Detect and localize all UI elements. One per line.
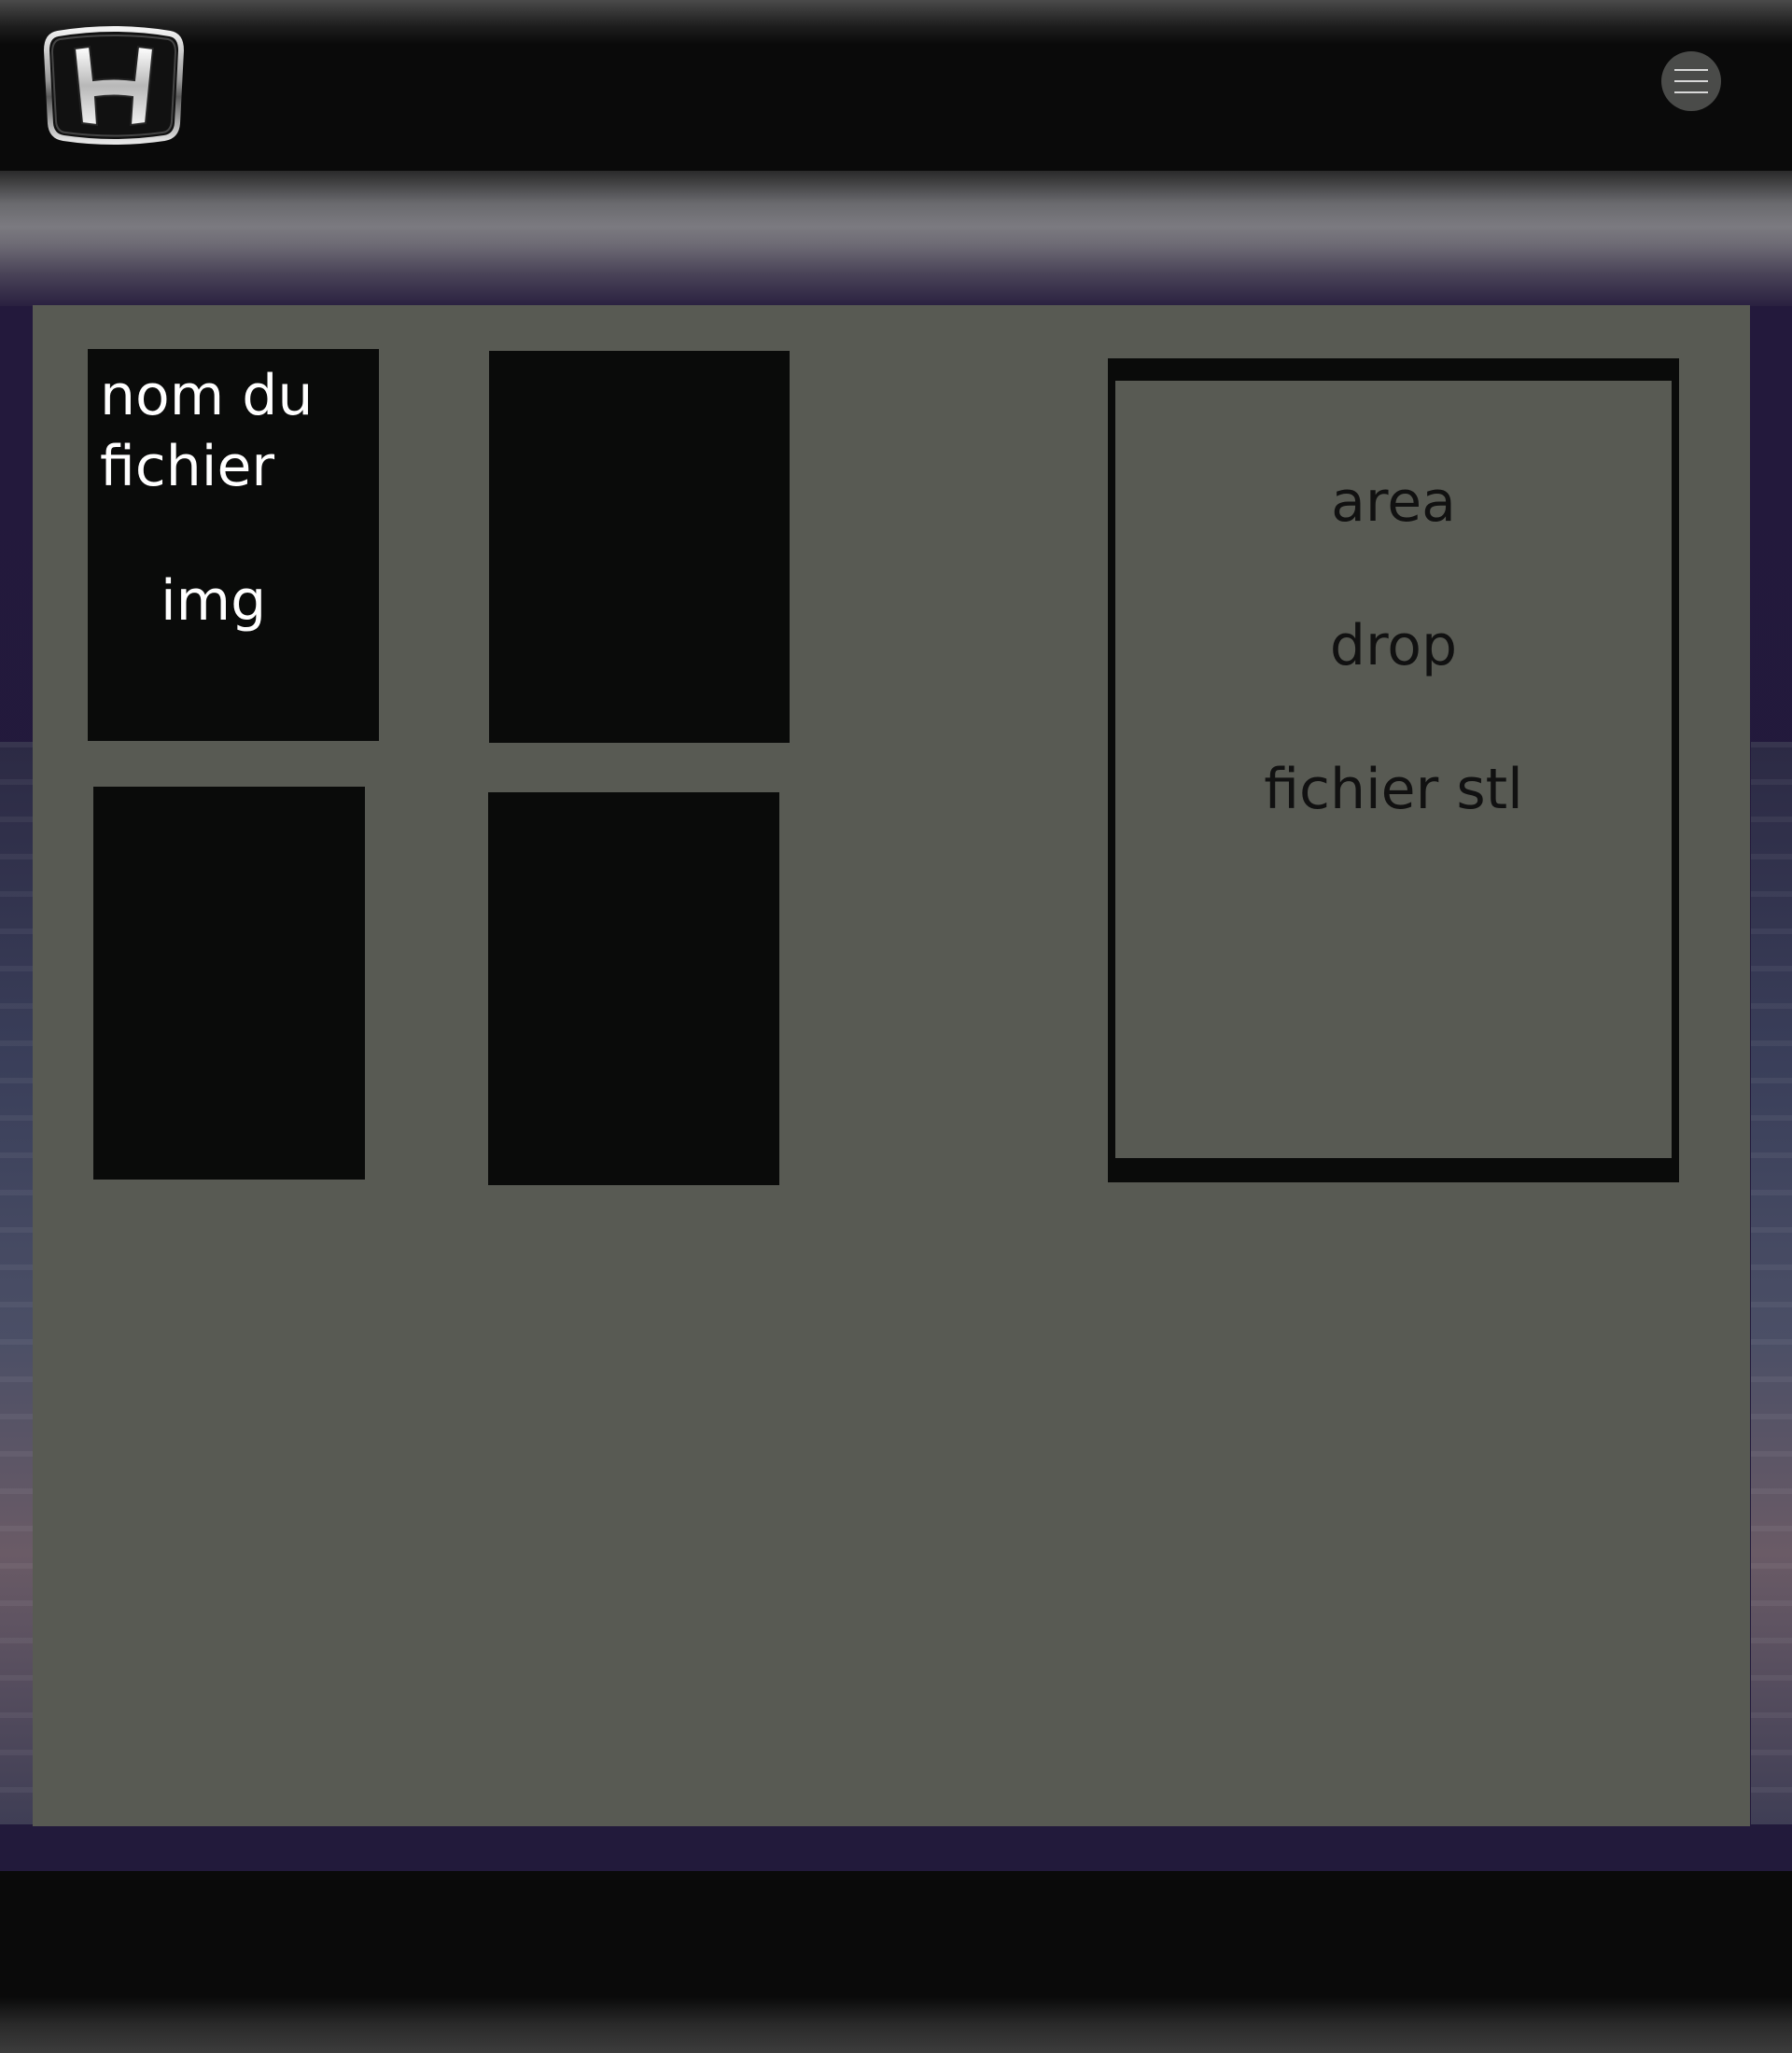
drop-zone-label-stl: fichier stl [1264, 757, 1523, 822]
file-card[interactable] [489, 351, 790, 743]
drop-zone-label-drop: drop [1329, 613, 1458, 678]
background-photo-left [0, 742, 33, 1824]
file-name-label: nom du fichier [100, 363, 314, 499]
file-image-placeholder: img [161, 568, 267, 634]
page: nom du fichier img area drop fichier stl [0, 0, 1792, 2053]
drop-zone-label-area: area [1331, 469, 1456, 535]
file-card[interactable]: nom du fichier img [88, 349, 379, 741]
file-panel: nom du fichier img area drop fichier stl [33, 305, 1750, 1826]
stl-drop-zone[interactable]: area drop fichier stl [1108, 358, 1679, 1182]
hamburger-menu-icon [1674, 69, 1708, 93]
menu-button[interactable] [1661, 51, 1721, 111]
background-photo-right [1751, 742, 1792, 1824]
header-banner [0, 171, 1792, 306]
file-card[interactable] [488, 792, 779, 1185]
honda-logo-icon[interactable] [41, 26, 187, 146]
site-footer [0, 1871, 1792, 2053]
file-card[interactable] [93, 787, 365, 1180]
site-header [0, 0, 1792, 171]
